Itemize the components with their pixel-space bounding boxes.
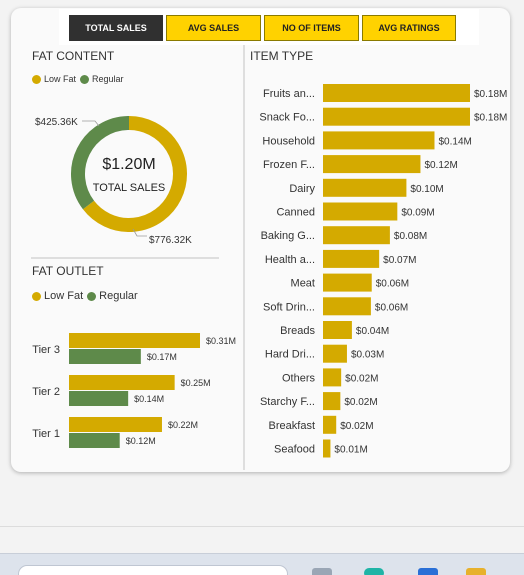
item-value-label: $0.06M bbox=[376, 279, 409, 290]
app-icon[interactable] bbox=[418, 568, 438, 575]
tier-label: Tier 1 bbox=[32, 428, 60, 440]
item-value-label: $0.12M bbox=[424, 160, 457, 171]
item-type-label: Meat bbox=[291, 278, 315, 290]
item-type-label: Fruits an... bbox=[263, 88, 315, 100]
bar-value-label: $0.14M bbox=[134, 394, 164, 404]
item-bar bbox=[323, 392, 341, 411]
item-type-label: Breads bbox=[280, 325, 315, 337]
item-type-label: Breakfast bbox=[269, 420, 315, 432]
item-type-label: Health a... bbox=[265, 254, 315, 266]
leader-line bbox=[82, 120, 100, 127]
taskbar-search[interactable] bbox=[18, 565, 288, 575]
item-bar bbox=[323, 344, 347, 363]
item-type-label: Hard Dri... bbox=[265, 349, 315, 361]
item-value-label: $0.03M bbox=[351, 350, 384, 361]
app-icon[interactable] bbox=[364, 568, 384, 575]
item-value-label: $0.07M bbox=[383, 255, 416, 266]
item-bar bbox=[323, 84, 470, 102]
item-type-label: Baking G... bbox=[261, 230, 315, 242]
donut-label-regular: $425.36K bbox=[35, 117, 78, 128]
item-bar bbox=[323, 439, 331, 458]
item-bar bbox=[323, 155, 421, 174]
bar-value-label: $0.25M bbox=[181, 378, 211, 388]
window-icon[interactable] bbox=[312, 568, 332, 575]
bar-regular bbox=[69, 433, 120, 448]
item-type-label: Soft Drin... bbox=[263, 301, 315, 313]
item-value-label: $0.02M bbox=[345, 373, 378, 384]
item-bar bbox=[323, 107, 470, 126]
bar-value-label: $0.17M bbox=[147, 352, 177, 362]
bar-low-fat bbox=[69, 375, 175, 390]
item-type-label: Household bbox=[262, 135, 315, 147]
item-type-label: Canned bbox=[276, 207, 315, 219]
divider-line bbox=[0, 526, 524, 527]
bar-regular bbox=[69, 391, 129, 406]
tier-label: Tier 3 bbox=[32, 344, 60, 356]
item-value-label: $0.10M bbox=[410, 184, 443, 195]
item-value-label: $0.02M bbox=[344, 397, 377, 408]
bar-low-fat bbox=[69, 333, 200, 348]
item-bar bbox=[323, 273, 372, 292]
item-bar bbox=[323, 297, 371, 316]
item-value-label: $0.01M bbox=[334, 445, 367, 456]
tier-label: Tier 2 bbox=[32, 386, 60, 398]
donut-label-low-fat: $776.32K bbox=[149, 235, 192, 246]
item-bar bbox=[323, 202, 398, 221]
bar-regular bbox=[69, 349, 141, 364]
item-value-label: $0.18M bbox=[474, 89, 507, 100]
bar-value-label: $0.31M bbox=[206, 336, 236, 346]
item-value-label: $0.14M bbox=[438, 136, 471, 147]
item-bar bbox=[323, 415, 337, 434]
item-bar bbox=[323, 368, 342, 387]
item-type-label: Starchy F... bbox=[260, 396, 315, 408]
item-type-label: Seafood bbox=[274, 444, 315, 456]
item-type-label: Frozen F... bbox=[263, 159, 315, 171]
item-bar bbox=[323, 178, 407, 197]
bar-low-fat bbox=[69, 417, 162, 432]
item-type-label: Others bbox=[282, 372, 316, 384]
item-value-label: $0.04M bbox=[356, 326, 389, 337]
item-value-label: $0.02M bbox=[340, 421, 373, 432]
item-bar bbox=[323, 131, 435, 150]
item-value-label: $0.18M bbox=[474, 113, 507, 124]
item-value-label: $0.06M bbox=[375, 302, 408, 313]
item-value-label: $0.09M bbox=[401, 208, 434, 219]
item-bar bbox=[323, 226, 390, 245]
bar-value-label: $0.22M bbox=[168, 420, 198, 430]
item-type-label: Dairy bbox=[289, 183, 315, 195]
item-value-label: $0.08M bbox=[394, 231, 427, 242]
item-bar bbox=[323, 249, 380, 268]
item-type-label: Snack Fo... bbox=[259, 112, 315, 124]
item-bar bbox=[323, 321, 352, 339]
bar-value-label: $0.12M bbox=[126, 436, 156, 446]
donut-center-label: TOTAL SALES bbox=[93, 182, 166, 194]
folder-icon[interactable] bbox=[466, 568, 486, 575]
donut-center-value: $1.20M bbox=[102, 156, 155, 173]
